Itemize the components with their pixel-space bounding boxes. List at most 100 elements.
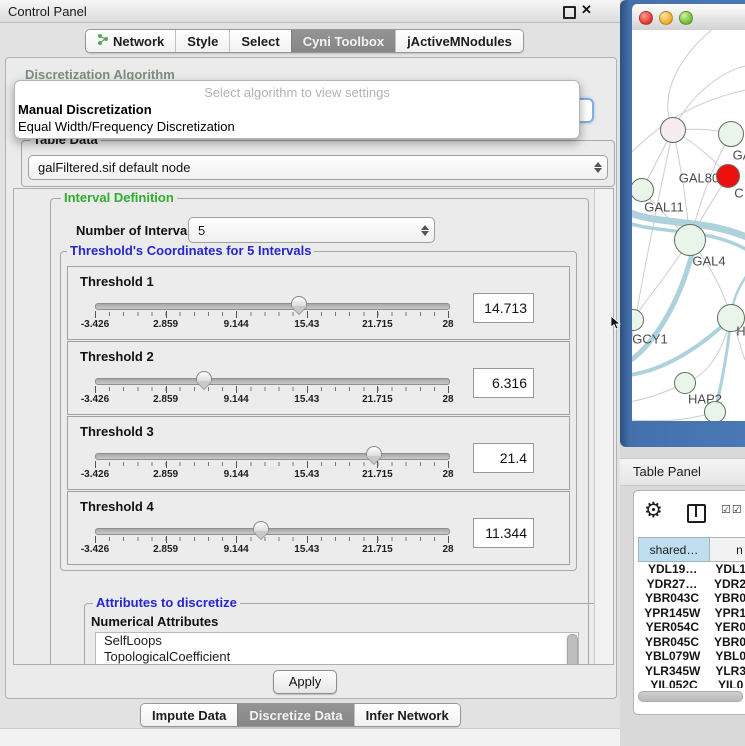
table-header-row: shared… n [638,537,745,562]
tab-label: Cyni Toolbox [303,34,384,49]
table-row[interactable]: YER054CYER0 [638,620,745,635]
attributes-list-scrollbar[interactable] [566,634,577,665]
scale-label: 2.859 [153,394,178,405]
tab-infer-network[interactable]: Infer Network [354,704,460,726]
numerical-attributes-list[interactable]: SelfLoopsTopologicalCoefficientBetweenne… [95,632,579,665]
tab-cyni-toolbox[interactable]: Cyni Toolbox [291,30,395,52]
slider-major-tick [95,311,96,318]
table-row[interactable]: YPR145WYPR1 [638,606,745,621]
combo-updown-icon [416,225,434,236]
tab-label: Network [113,34,164,49]
dropdown-placeholder-item[interactable]: Select algorithm to view settings [15,85,579,100]
scale-label: 15.43 [294,394,319,405]
column-header-shared-name[interactable]: shared… [638,537,710,562]
cell-name: YBR0 [706,635,745,650]
tab-impute-data[interactable]: Impute Data [141,704,237,726]
dropdown-item-manual-discretization[interactable]: Manual Discretization [18,102,152,117]
slider-minor-ticks [95,462,449,466]
table-row[interactable]: YBR043CYBR0 [638,591,745,606]
threshold-value-field[interactable]: 11.344 [473,518,534,548]
slider-major-tick [236,386,237,393]
node-label: GA [733,148,745,163]
network-node-c[interactable] [716,164,740,188]
table-row[interactable]: YLR345WYLR3 [638,664,745,679]
interval-definition-title: Interval Definition [61,191,177,205]
column-header-name[interactable]: n [710,537,745,562]
network-node-gal4[interactable] [674,224,706,256]
scale-label: 2.859 [153,469,178,480]
slider-major-tick [236,461,237,468]
tab-select[interactable]: Select [229,30,290,52]
thresholds-group: Threshold's Coordinates for 5 Intervals … [60,251,577,571]
float-window-icon[interactable] [563,6,576,19]
slider-major-tick [166,461,167,468]
slider-track[interactable] [95,378,450,385]
control-panel: Control Panel ✕ Network Style Select Cyni T… [0,0,620,745]
table-row[interactable]: YDR27…YDR2 [638,577,745,592]
scale-label: 9.144 [224,469,249,480]
close-icon[interactable]: ✕ [581,2,592,18]
cell-name: YER0 [707,620,745,635]
threshold-2-panel: Threshold 2-3.4262.8599.14415.4321.71528… [67,341,570,415]
table-row[interactable]: YBR045CYBR0 [638,635,745,650]
close-traffic-light[interactable] [639,11,653,25]
tab-label: Style [187,34,218,49]
cell-shared-name: YER054C [638,620,707,635]
scale-label: 2.859 [153,544,178,555]
table-data-combo[interactable]: galFiltered.sif default node [28,155,608,180]
tab-network[interactable]: Network [86,30,175,52]
scale-label: -3.426 [81,394,109,405]
threshold-label: Threshold 2 [80,349,154,364]
network-node-gal80[interactable] [660,117,686,143]
table-hscrollbar-thumb[interactable] [638,691,743,702]
threshold-label: Threshold 1 [80,274,154,289]
threshold-value-field[interactable]: 21.4 [473,443,534,473]
tab-discretize-data[interactable]: Discretize Data [237,704,353,726]
threshold-value-field[interactable]: 14.713 [473,293,534,323]
zoom-traffic-light[interactable] [679,11,693,25]
slider-track[interactable] [95,453,450,460]
slider-track[interactable] [95,303,450,310]
scrollbar-thumb[interactable] [567,634,578,665]
number-of-intervals-label: Number of Intervals [76,223,198,238]
slider-minor-ticks [95,537,449,541]
network-node[interactable] [704,401,726,421]
tab-style[interactable]: Style [175,30,229,52]
network-node-ga[interactable] [718,121,744,147]
tab-jactivemnodules[interactable]: jActiveMNodules [395,30,523,52]
main-scrollbar-track[interactable] [594,189,613,664]
dropdown-item-equal-width-frequency[interactable]: Equal Width/Frequency Discretization [18,119,235,134]
cell-shared-name: YBR043C [638,591,706,606]
scale-label: -3.426 [81,544,109,555]
table-row[interactable]: YBL079WYBL0 [638,649,745,664]
scale-label: 28 [442,319,453,330]
threshold-value-field[interactable]: 6.316 [473,368,534,398]
slider-track[interactable] [95,528,450,535]
scale-label: -3.426 [81,469,109,480]
apply-button[interactable]: Apply [273,670,337,694]
number-of-intervals-value: 5 [189,223,416,238]
network-view-window: GAL80GACGAL11GAL4GCY1HHAP2 [620,0,745,447]
network-canvas[interactable]: GAL80GACGAL11GAL4GCY1HHAP2 [632,30,745,421]
number-of-intervals-combo[interactable]: 5 [188,217,435,243]
slider-major-tick [307,536,308,543]
bottom-strip [0,728,620,746]
table-row[interactable]: YDL19…YDL1 [638,562,745,577]
slider-major-tick [307,311,308,318]
gear-icon[interactable]: ⚙ [644,498,663,523]
tab-label: jActiveMNodules [407,34,512,49]
table-panel-titlebar: Table Panel [620,458,745,486]
control-panel-titlebar: Control Panel ✕ [0,0,620,23]
tab-label: Impute Data [152,708,226,723]
select-columns-icon[interactable]: ☑☑ [721,503,743,516]
cell-shared-name: YIL052C [638,678,710,688]
attribute-item-topologicalcoefficient[interactable]: TopologicalCoefficient [96,649,578,665]
cell-shared-name: YBR045C [638,635,706,650]
network-window-titlebar [632,4,745,31]
split-columns-icon[interactable] [687,504,706,523]
attribute-item-selfloops[interactable]: SelfLoops [96,633,578,649]
table-row[interactable]: YIL052CYIL0 [638,678,745,688]
slider-major-tick [448,461,449,468]
cyni-toolbox-panel: Discretization Algorithm Select algorith… [5,57,617,699]
minimize-traffic-light[interactable] [659,11,673,25]
